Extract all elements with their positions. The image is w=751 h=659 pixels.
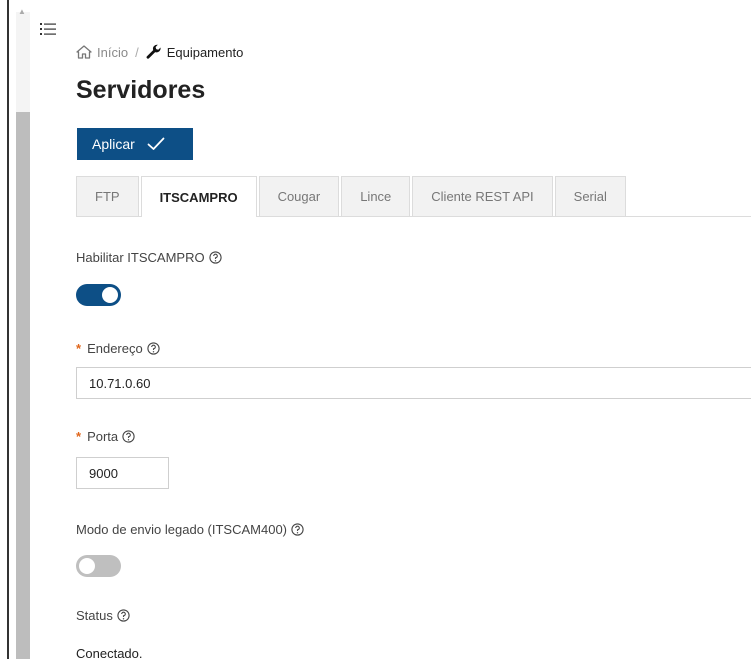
tab-itscampro[interactable]: ITSCAMPRO bbox=[140, 176, 257, 217]
port-label: * Porta bbox=[76, 429, 135, 444]
tab-cliente-rest-api[interactable]: Cliente REST API bbox=[412, 176, 553, 216]
page-title: Servidores bbox=[76, 76, 206, 104]
tab-bar: FTP ITSCAMPRO Cougar Lince Cliente REST … bbox=[76, 176, 751, 217]
required-marker: * bbox=[76, 429, 82, 444]
wrench-icon bbox=[146, 44, 162, 60]
toggle-knob bbox=[102, 287, 118, 303]
tab-serial[interactable]: Serial bbox=[554, 176, 626, 216]
home-icon[interactable] bbox=[76, 45, 92, 59]
help-icon[interactable] bbox=[208, 251, 222, 264]
enable-itscampro-toggle[interactable] bbox=[76, 284, 121, 306]
status-value: Conectado. bbox=[76, 646, 143, 659]
breadcrumb: Início / Equipamento bbox=[76, 44, 243, 60]
scrollbar-thumb[interactable] bbox=[16, 112, 30, 659]
scroll-up-arrow-icon[interactable]: ▲ bbox=[18, 8, 26, 16]
list-icon[interactable] bbox=[40, 22, 56, 36]
tab-cougar[interactable]: Cougar bbox=[258, 176, 340, 216]
address-label: * Endereço bbox=[76, 341, 160, 356]
window-edge bbox=[0, 0, 9, 659]
enable-itscampro-label-text: Habilitar ITSCAMPRO bbox=[76, 250, 205, 265]
enable-itscampro-label: Habilitar ITSCAMPRO bbox=[76, 250, 222, 265]
tab-lince[interactable]: Lince bbox=[341, 176, 411, 216]
check-icon bbox=[147, 137, 165, 151]
apply-button[interactable]: Aplicar bbox=[77, 128, 193, 160]
breadcrumb-home-link[interactable]: Início bbox=[97, 45, 128, 60]
status-label: Status bbox=[76, 608, 130, 623]
port-label-text: Porta bbox=[87, 429, 119, 444]
breadcrumb-separator: / bbox=[135, 44, 139, 60]
apply-button-label: Aplicar bbox=[92, 136, 135, 152]
breadcrumb-current: Equipamento bbox=[166, 44, 244, 60]
tab-ftp[interactable]: FTP bbox=[76, 176, 139, 216]
address-input[interactable]: 10.71.0.60 bbox=[76, 367, 751, 399]
required-marker: * bbox=[76, 341, 82, 356]
port-input[interactable]: 9000 bbox=[76, 457, 169, 489]
status-label-text: Status bbox=[76, 608, 113, 623]
legacy-mode-label: Modo de envio legado (ITSCAM400) bbox=[76, 522, 304, 537]
help-icon[interactable] bbox=[291, 523, 304, 536]
legacy-mode-toggle[interactable] bbox=[76, 555, 121, 577]
toggle-knob bbox=[79, 558, 95, 574]
address-label-text: Endereço bbox=[87, 341, 143, 356]
help-icon[interactable] bbox=[117, 609, 130, 622]
help-icon[interactable] bbox=[147, 342, 160, 355]
legacy-mode-label-text: Modo de envio legado (ITSCAM400) bbox=[76, 522, 288, 537]
help-icon[interactable] bbox=[122, 430, 135, 443]
